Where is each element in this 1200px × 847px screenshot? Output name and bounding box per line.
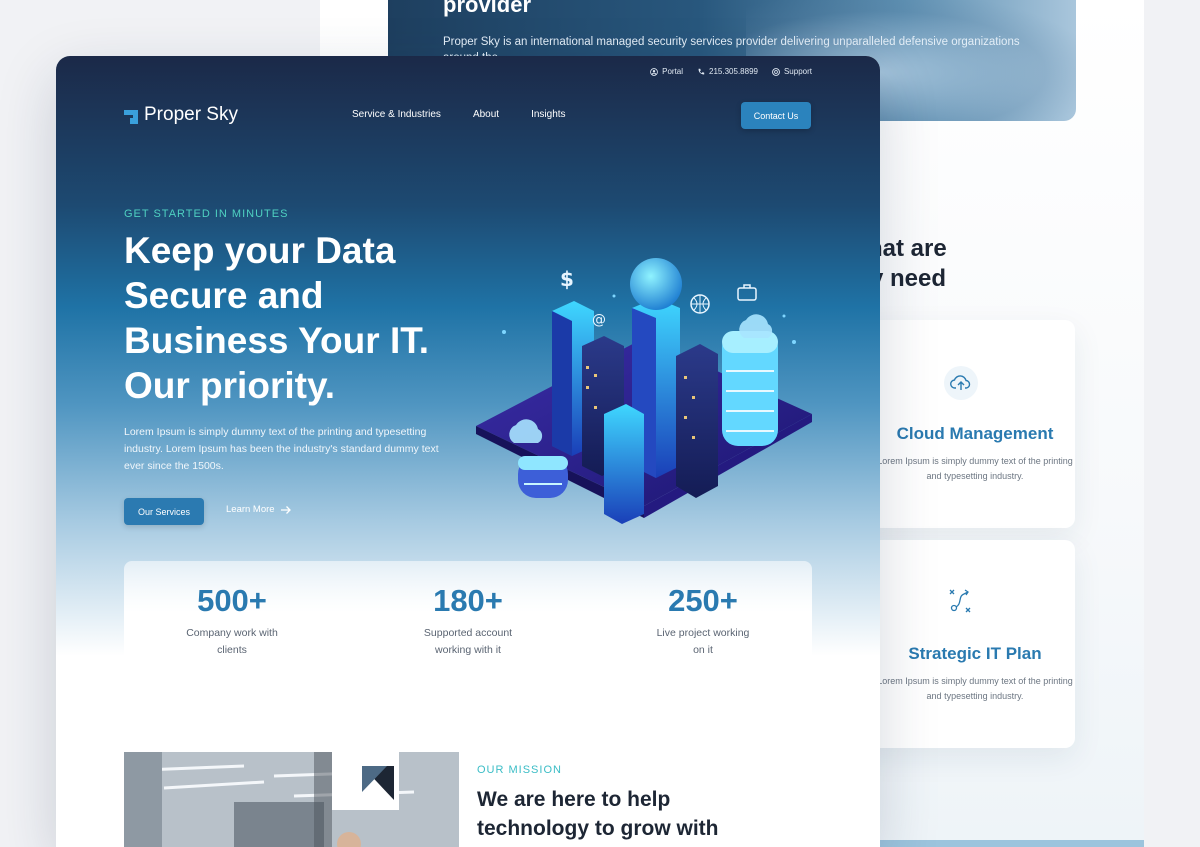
svg-text:$: $ — [560, 267, 574, 291]
service-card-title: Cloud Management — [896, 424, 1054, 443]
svg-text:@: @ — [592, 312, 606, 328]
cloud-upload-icon — [944, 366, 978, 400]
office-photo — [124, 752, 459, 847]
stat-item: 180+ Supported account working with it — [368, 583, 568, 659]
phone-icon — [698, 68, 705, 74]
phone-link[interactable]: 215.305.8899 — [697, 67, 758, 76]
stats-panel: 500+ Company work with clients 180+ Supp… — [124, 561, 812, 691]
stat-label-line-2: on it — [693, 644, 713, 656]
learn-more-label: Learn More — [226, 504, 275, 515]
phone-number: 215.305.8899 — [709, 67, 758, 76]
mission-title: We are here to help technology to grow w… — [477, 788, 719, 840]
bg-hero-title: provider — [443, 0, 532, 17]
main-nav: Service & Industries About Insights — [352, 109, 566, 120]
hero-headline: Keep your Data Secure and Business Your … — [124, 230, 429, 406]
brand-logo[interactable]: Proper Sky — [124, 104, 238, 126]
stat-label: Live project working on it — [603, 625, 803, 659]
isometric-city-illustration: $ @ — [476, 258, 812, 524]
support-link[interactable]: Support — [772, 67, 812, 76]
our-services-button[interactable]: Our Services — [124, 498, 204, 525]
stat-label-line-2: working with it — [435, 644, 501, 656]
nav-item-about[interactable]: About — [473, 109, 499, 120]
learn-more-link[interactable]: Learn More — [226, 504, 292, 515]
stat-label-line-1: Company work with — [186, 627, 278, 639]
arrow-right-icon — [280, 505, 291, 514]
portal-label: Portal — [662, 67, 684, 76]
hero-eyebrow: GET STARTED IN MINUTES — [124, 208, 289, 220]
stat-label: Company work with clients — [132, 625, 332, 659]
bg-bottom-band — [880, 840, 1144, 847]
stat-item: 250+ Live project working on it — [603, 583, 803, 659]
stat-item: 500+ Company work with clients — [132, 583, 332, 659]
stat-value: 500+ — [197, 583, 267, 618]
stat-value: 250+ — [668, 583, 738, 618]
logo-mark-icon — [124, 108, 138, 124]
nav-item-insights[interactable]: Insights — [531, 109, 565, 120]
stat-label-line-1: Supported account — [423, 627, 513, 639]
stat-value: 180+ — [433, 583, 503, 618]
hero-lead-text: Lorem Ipsum is simply dummy text of the … — [124, 426, 439, 472]
user-icon — [650, 67, 658, 76]
portal-link[interactable]: Portal — [650, 67, 683, 76]
contact-us-button[interactable]: Contact Us — [741, 102, 811, 129]
service-card-cloud[interactable]: Cloud Management Lorem Ipsum is simply d… — [860, 320, 1075, 528]
mission-eyebrow: OUR MISSION — [477, 764, 562, 776]
service-card-strategy[interactable]: Strategic IT Plan Lorem Ipsum is simply … — [860, 540, 1075, 748]
stat-label: Supported account working with it — [368, 625, 568, 659]
photo-corner-accent — [332, 752, 399, 810]
service-card-title: Strategic IT Plan — [908, 644, 1042, 663]
utility-bar: Portal 215.305.8899 Support — [650, 67, 812, 76]
support-label: Support — [783, 67, 812, 76]
brand-name: Proper Sky — [144, 104, 238, 125]
strategy-path-icon — [944, 584, 978, 618]
nav-item-services[interactable]: Service & Industries — [352, 109, 441, 120]
landing-page: Portal 215.305.8899 Support Proper Sky S… — [56, 56, 880, 847]
support-icon — [772, 67, 780, 76]
service-card-text: Lorem Ipsum is simply dummy text of the … — [877, 676, 1073, 701]
stat-label-line-1: Live project working — [656, 627, 750, 639]
stat-label-line-2: clients — [217, 644, 247, 656]
service-card-text: Lorem Ipsum is simply dummy text of the … — [877, 456, 1073, 481]
